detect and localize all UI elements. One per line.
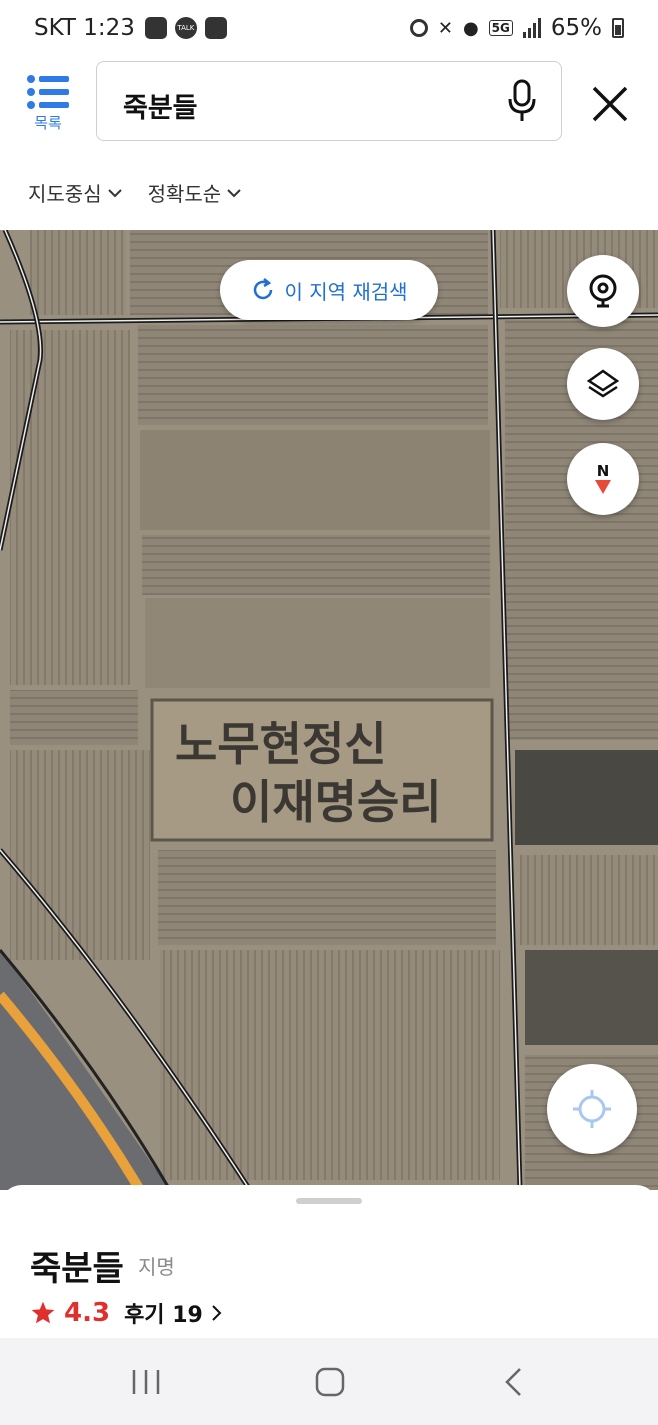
location-icon: ● xyxy=(462,17,479,39)
research-area-button[interactable]: 이 지역 재검색 xyxy=(220,260,438,320)
search-input[interactable]: 죽분들 xyxy=(96,61,562,141)
back-button[interactable] xyxy=(494,1366,534,1398)
gallery-icon xyxy=(144,17,167,39)
alarm-icon xyxy=(409,19,428,37)
map-terrain: 노무현정신 이재명승리 xyxy=(0,230,658,1190)
filter-accuracy[interactable]: 정확도순 xyxy=(148,178,242,207)
layers-button[interactable] xyxy=(567,348,639,420)
rating-value: 4.3 xyxy=(64,1298,111,1328)
chevron-down-icon xyxy=(227,188,241,197)
talk-icon: TALK xyxy=(174,17,197,39)
sheet-handle[interactable] xyxy=(296,1198,362,1204)
cctv-icon xyxy=(589,274,617,308)
mic-icon[interactable] xyxy=(507,79,537,123)
list-label: 목록 xyxy=(34,114,62,132)
field-text-line2: 이재명승리 xyxy=(230,775,442,829)
reviews-link[interactable]: 후기 19 xyxy=(124,1297,203,1329)
compass-button[interactable]: N xyxy=(567,443,639,515)
filter-bar: 지도중심 정확도순 xyxy=(28,178,241,207)
search-value: 죽분들 xyxy=(123,93,198,124)
cctv-button[interactable] xyxy=(567,255,639,327)
compass-icon: N xyxy=(594,463,612,495)
close-icon[interactable] xyxy=(588,82,632,126)
recent-apps-button[interactable] xyxy=(126,1366,166,1398)
list-button[interactable]: 목록 xyxy=(24,74,72,136)
mute-icon: ✕ xyxy=(437,17,453,39)
status-right: ✕ ● 5G 65% xyxy=(409,15,624,41)
status-left: SKT 1:23 TALK xyxy=(34,15,227,41)
compass-label: N xyxy=(596,462,610,480)
search-header: 목록 죽분들 지도중심 정확도순 xyxy=(0,60,658,230)
home-button[interactable] xyxy=(310,1366,350,1398)
system-nav-bar xyxy=(0,1338,658,1425)
field-text-line1: 노무현정신 xyxy=(175,717,387,771)
layers-icon xyxy=(586,369,620,398)
list-icon xyxy=(27,75,69,109)
satellite-map[interactable]: 노무현정신 이재명승리 이 지역 재검색 N xyxy=(0,230,658,1190)
place-type: 지명 xyxy=(138,1255,175,1279)
place-name: 죽분들 xyxy=(30,1249,124,1289)
place-sheet[interactable]: 죽분들 지명 4.3 후기 19 xyxy=(0,1185,658,1340)
signal-icon xyxy=(522,18,541,38)
chevron-down-icon xyxy=(107,188,122,197)
battery-icon xyxy=(612,18,624,38)
chevron-right-icon xyxy=(212,1305,222,1321)
filter-label: 지도중심 xyxy=(28,182,102,206)
filter-map-center[interactable]: 지도중심 xyxy=(28,178,122,207)
refresh-icon xyxy=(254,278,273,300)
rating-row[interactable]: 4.3 후기 19 xyxy=(30,1297,223,1329)
status-bar: SKT 1:23 TALK ✕ ● 5G 65% xyxy=(0,0,658,60)
my-location-icon xyxy=(573,1090,611,1128)
research-label: 이 지역 재검색 xyxy=(284,279,408,304)
mail-icon xyxy=(204,17,227,39)
network-label: 5G xyxy=(488,20,513,36)
filter-label: 정확도순 xyxy=(147,182,222,206)
battery-label: 65% xyxy=(550,15,602,41)
talk-icon-text: TALK xyxy=(177,24,195,32)
star-icon xyxy=(31,1301,55,1324)
my-location-button[interactable] xyxy=(547,1064,637,1154)
status-carrier-time: SKT 1:23 xyxy=(34,15,135,41)
